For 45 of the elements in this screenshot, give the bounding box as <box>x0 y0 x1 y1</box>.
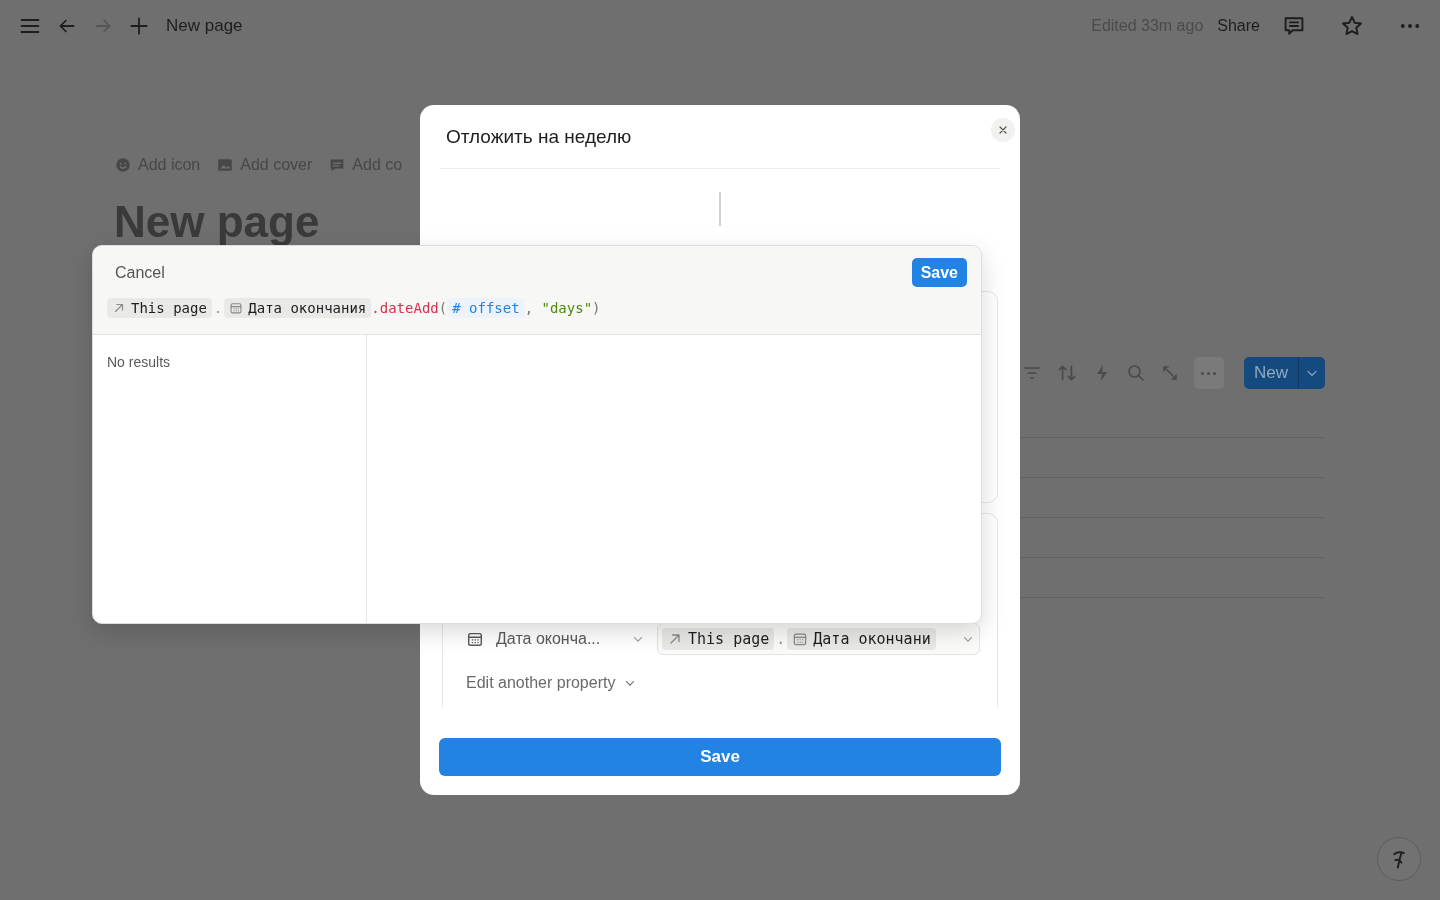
help-button[interactable] <box>1377 837 1421 881</box>
share-link[interactable]: Share <box>1217 17 1260 35</box>
chip-label: Дата окончани <box>813 630 931 648</box>
edit-another-property-dropdown[interactable]: Edit another property <box>466 671 638 695</box>
search-icon[interactable] <box>1126 363 1146 383</box>
calendar-icon <box>792 631 809 647</box>
save-button[interactable]: Save <box>911 258 967 287</box>
property-chip[interactable]: Дата окончания <box>224 298 372 318</box>
punctuation: ( <box>438 300 448 316</box>
smiley-icon <box>114 156 132 174</box>
sort-icon[interactable] <box>1056 362 1078 384</box>
close-button[interactable] <box>991 117 1015 142</box>
chip-label: This page <box>131 300 207 316</box>
punctuation: , <box>524 300 535 316</box>
variable-chip[interactable]: # offset <box>447 298 525 318</box>
property-chip[interactable]: Дата окончани <box>787 628 936 650</box>
page-reference-chip[interactable]: This page <box>107 298 212 318</box>
chip-label: This page <box>688 630 770 648</box>
dot-operator: . <box>212 300 224 316</box>
comment-icon[interactable] <box>1282 14 1306 38</box>
cancel-button[interactable]: Cancel <box>107 263 173 282</box>
image-icon <box>216 156 235 174</box>
page-reference-chip[interactable]: This page <box>662 628 775 650</box>
more-icon <box>1201 371 1217 375</box>
north-east-arrow-icon <box>112 301 126 315</box>
dot-operator: . <box>775 630 787 648</box>
formula-input[interactable]: This page . Дата окончания .dateAdd( # offset , "days") <box>107 296 967 320</box>
empty-results-message: No results <box>107 354 171 370</box>
star-icon[interactable] <box>1340 14 1364 38</box>
string-literal: "days" <box>541 300 593 316</box>
punctuation: ) <box>592 300 601 316</box>
dialog-title: Отложить на неделю <box>446 125 632 148</box>
page-title: New page <box>166 16 243 36</box>
text-cursor <box>719 192 721 226</box>
calendar-icon <box>466 630 484 648</box>
formula-field[interactable]: This page . Дата окончани <box>657 623 980 655</box>
expand-icon[interactable] <box>1160 363 1180 383</box>
chip-label: Дата окончания <box>248 300 367 316</box>
calendar-icon <box>229 301 244 315</box>
save-button[interactable]: Save <box>439 738 1001 776</box>
more-button[interactable] <box>1194 357 1224 389</box>
new-button[interactable]: New <box>1244 357 1299 389</box>
property-name[interactable]: Дата оконча... <box>496 630 601 648</box>
function-name: .dateAdd <box>371 300 439 316</box>
plus-icon[interactable] <box>128 15 150 37</box>
